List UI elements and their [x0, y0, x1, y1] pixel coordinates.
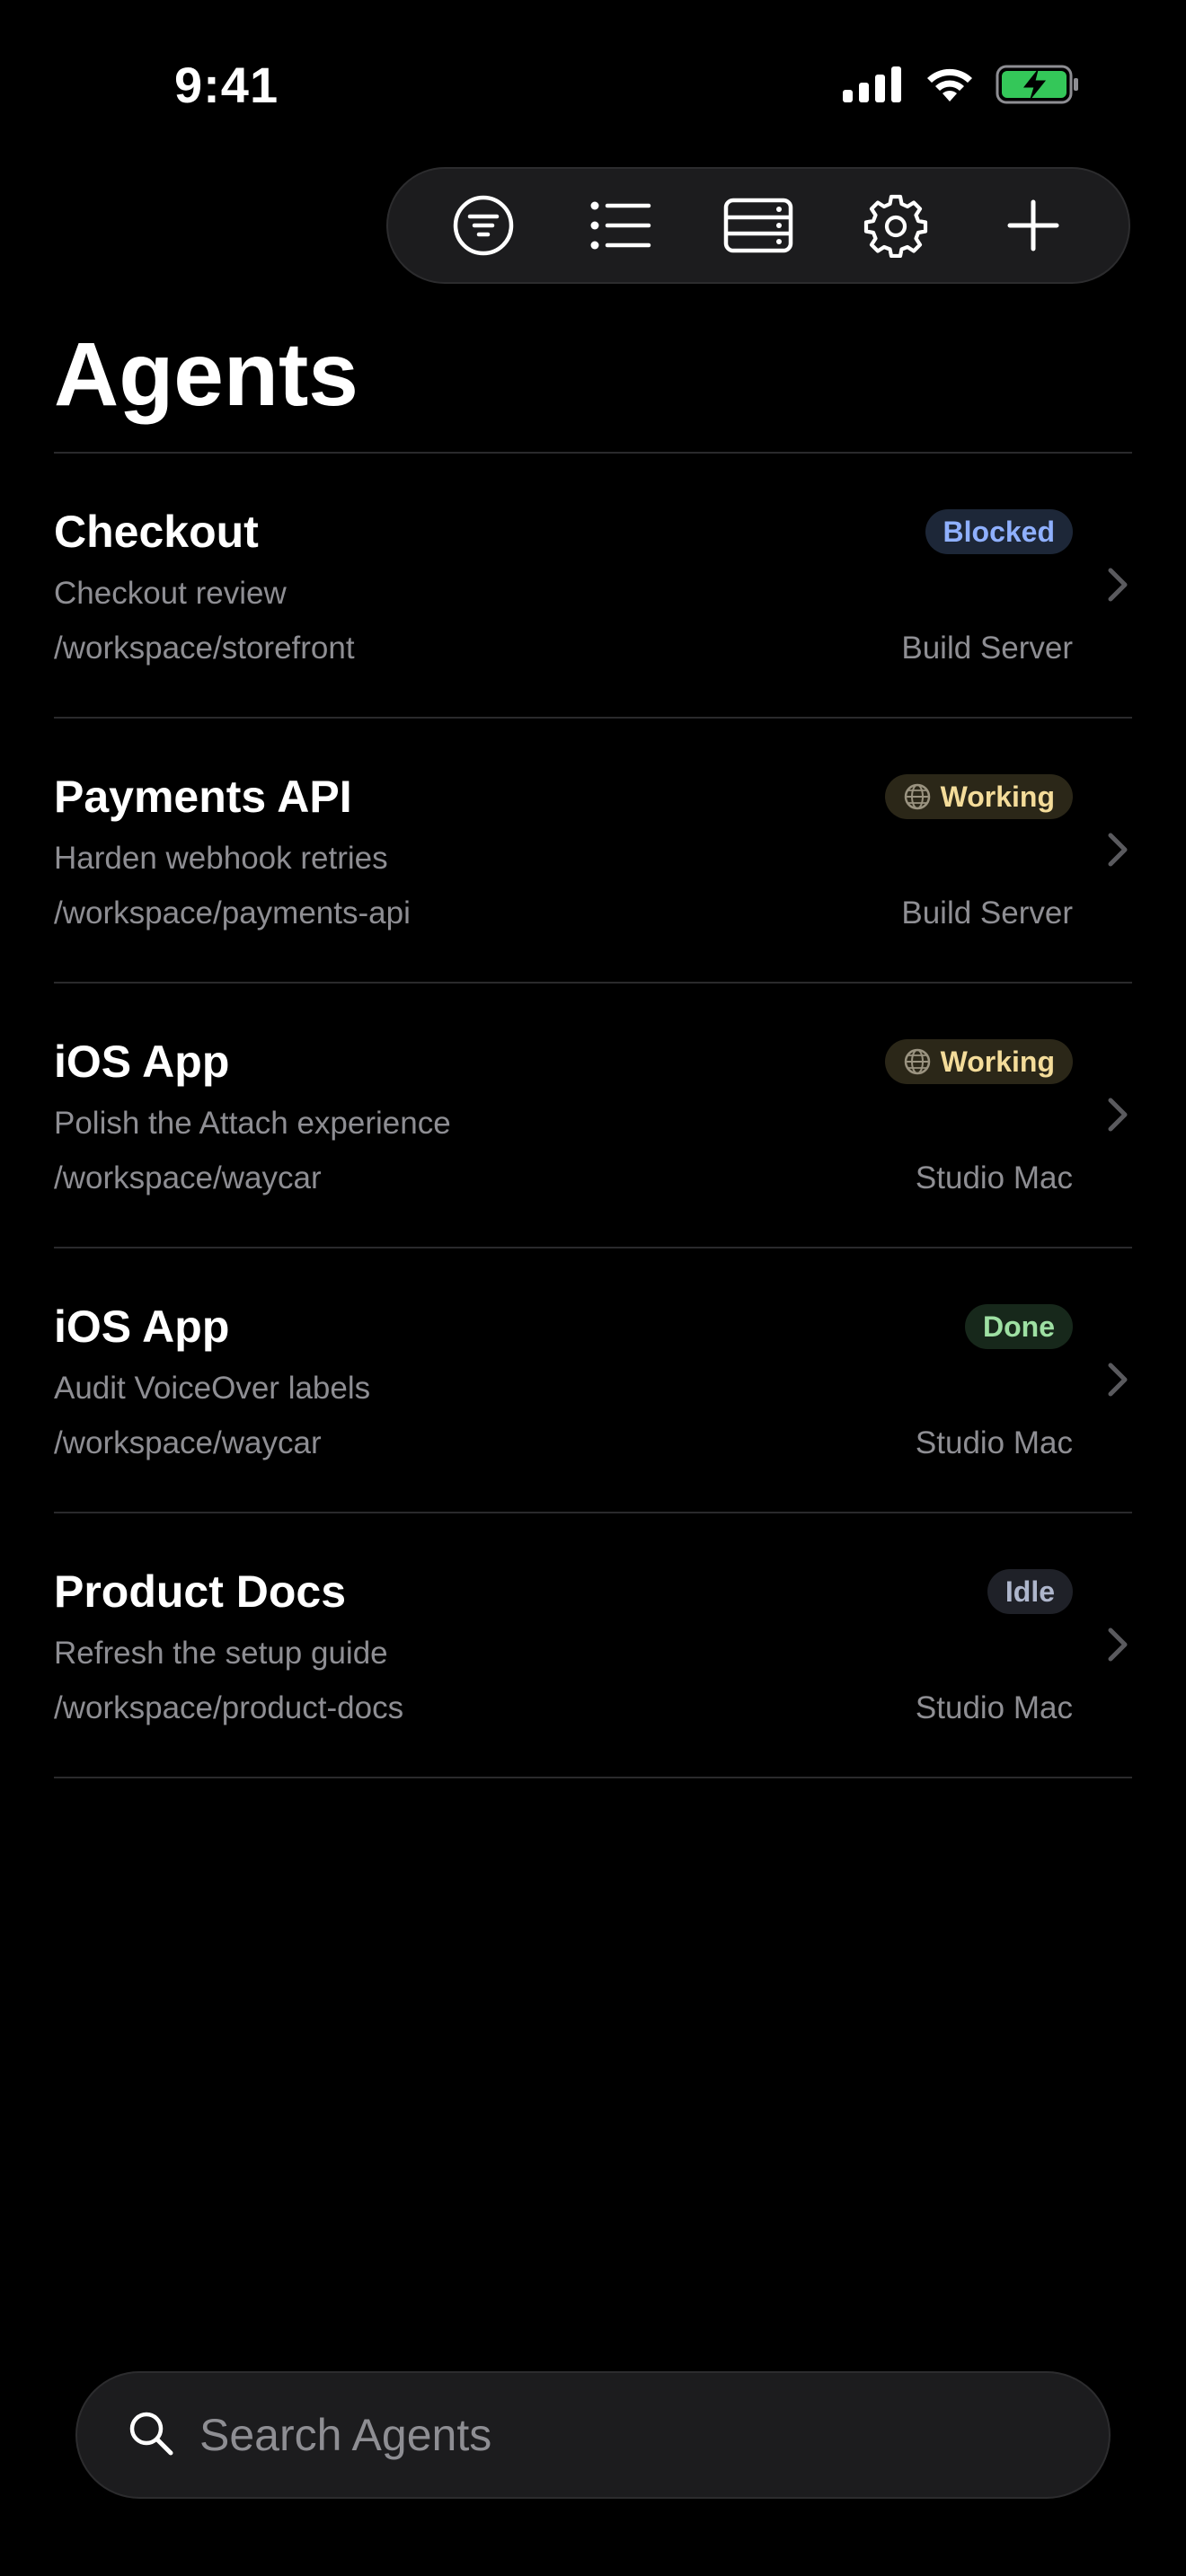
list-icon: [589, 198, 652, 252]
status-badge: Working: [884, 774, 1073, 819]
agent-row[interactable]: Payments API Working Harden webhook retr…: [54, 719, 1132, 984]
settings-button[interactable]: [851, 181, 941, 270]
agent-row[interactable]: Checkout Blocked Checkout review /worksp…: [54, 454, 1132, 719]
agent-task: Checkout review: [54, 576, 287, 611]
status-badge: Done: [965, 1304, 1073, 1349]
page-title: Agents: [54, 324, 358, 425]
agent-row[interactable]: Product Docs Idle Refresh the setup guid…: [54, 1513, 1132, 1778]
search-bar[interactable]: [75, 2371, 1111, 2499]
servers-button[interactable]: [713, 181, 803, 270]
agent-path: /workspace/payments-api: [54, 895, 411, 931]
agent-name: Checkout: [54, 507, 259, 557]
agent-host: Build Server: [901, 895, 1073, 931]
status-label: Working: [940, 1045, 1055, 1078]
agent-task: Audit VoiceOver labels: [54, 1371, 371, 1406]
agent-name: iOS App: [54, 1301, 230, 1352]
chevron-right-icon: [1105, 1625, 1132, 1664]
status-time: 9:41: [174, 57, 279, 113]
status-badge: Working: [884, 1039, 1073, 1084]
plus-icon: [1006, 198, 1060, 252]
agent-task: Refresh the setup guide: [54, 1636, 388, 1671]
agent-host: Studio Mac: [915, 1160, 1073, 1195]
status-label: Done: [983, 1310, 1055, 1343]
toolbar: [386, 167, 1130, 284]
agent-list: Checkout Blocked Checkout review /worksp…: [54, 454, 1132, 1778]
agent-host: Studio Mac: [915, 1425, 1073, 1460]
wifi-icon: [924, 66, 976, 103]
server-icon: [723, 198, 793, 253]
agent-name: iOS App: [54, 1037, 230, 1087]
agent-path: /workspace/storefront: [54, 631, 355, 666]
status-label: Working: [940, 780, 1055, 813]
status-label: Blocked: [943, 515, 1055, 548]
gear-icon: [863, 193, 928, 258]
agent-path: /workspace/product-docs: [54, 1690, 404, 1725]
status-badge: Idle: [987, 1569, 1073, 1614]
chevron-right-icon: [1105, 1095, 1132, 1134]
agent-row[interactable]: iOS App Working Polish the Attach experi…: [54, 984, 1132, 1248]
globe-icon: [903, 1047, 932, 1076]
filter-icon: [452, 194, 515, 257]
agent-row[interactable]: iOS App Done Audit VoiceOver labels /wor…: [54, 1248, 1132, 1513]
chevron-right-icon: [1105, 830, 1132, 869]
add-button[interactable]: [988, 181, 1078, 270]
globe-icon: [903, 782, 932, 811]
status-bar: 9:41: [0, 0, 1186, 162]
agent-task: Harden webhook retries: [54, 841, 388, 876]
list-button[interactable]: [576, 181, 666, 270]
chevron-right-icon: [1105, 565, 1132, 604]
agent-path: /workspace/waycar: [54, 1160, 322, 1195]
agent-host: Studio Mac: [915, 1690, 1073, 1725]
status-label: Idle: [1005, 1575, 1055, 1608]
status-icons: [843, 65, 1080, 104]
status-badge: Blocked: [925, 509, 1073, 554]
agent-name: Payments API: [54, 772, 352, 822]
agent-task: Polish the Attach experience: [54, 1106, 451, 1141]
agent-host: Build Server: [901, 631, 1073, 666]
search-icon: [128, 2410, 174, 2461]
agent-name: Product Docs: [54, 1566, 347, 1617]
chevron-right-icon: [1105, 1360, 1132, 1399]
search-input[interactable]: [199, 2409, 1008, 2461]
filter-button[interactable]: [438, 181, 528, 270]
cellular-signal-icon: [843, 66, 904, 102]
battery-charging-icon: [996, 65, 1080, 104]
agent-path: /workspace/waycar: [54, 1425, 322, 1460]
